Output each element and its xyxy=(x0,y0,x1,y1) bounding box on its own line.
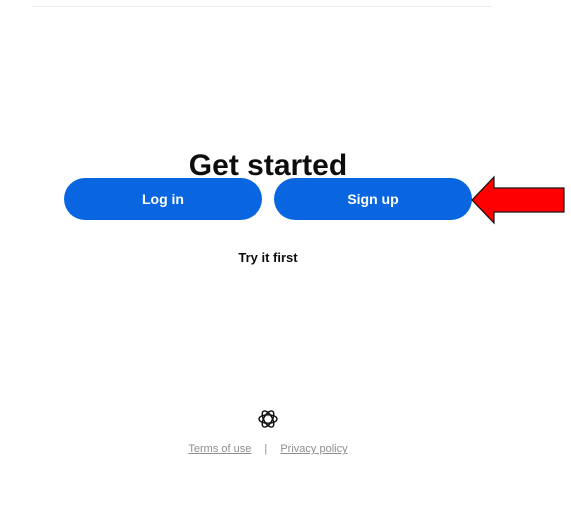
try-it-first-link[interactable]: Try it first xyxy=(0,250,536,266)
openai-logo-icon xyxy=(258,410,278,428)
privacy-policy-link[interactable]: Privacy policy xyxy=(280,443,347,455)
terms-of-use-link[interactable]: Terms of use xyxy=(188,443,251,455)
auth-page: Get started Log in Sign up Try it first … xyxy=(0,0,571,507)
top-divider xyxy=(32,6,492,7)
footer: Terms of use | Privacy policy xyxy=(0,442,536,456)
red-arrow-icon xyxy=(471,175,565,225)
signup-button[interactable]: Sign up xyxy=(274,178,472,220)
footer-separator: | xyxy=(264,443,268,455)
login-button[interactable]: Log in xyxy=(64,178,262,220)
